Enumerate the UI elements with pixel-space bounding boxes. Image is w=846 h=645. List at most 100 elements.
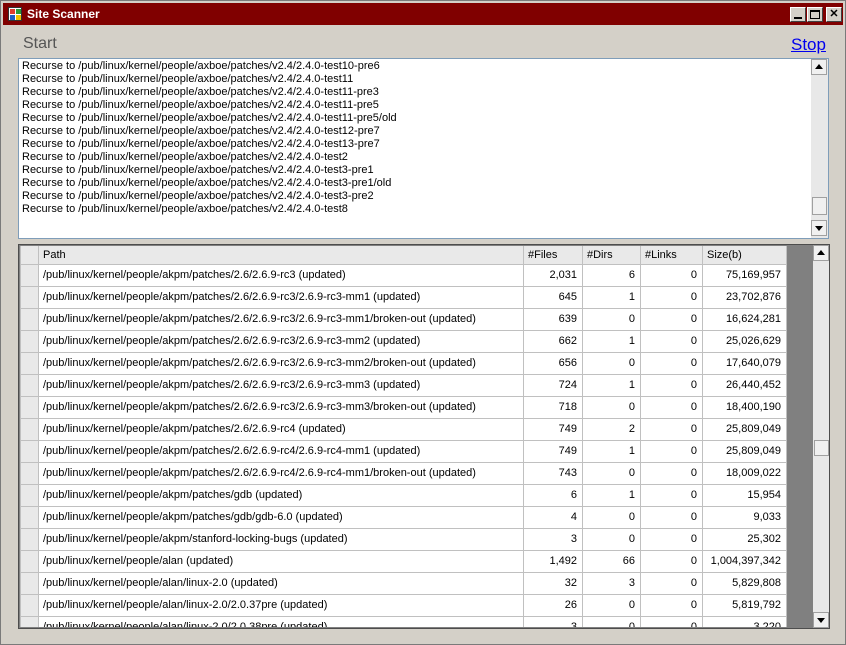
size-cell[interactable]: 15,954: [702, 483, 787, 507]
row-header[interactable]: [20, 351, 39, 375]
table-row[interactable]: /pub/linux/kernel/people/alan/linux-2.0/…: [20, 615, 787, 627]
links-cell[interactable]: 0: [640, 263, 703, 287]
size-cell[interactable]: 25,809,049: [702, 439, 787, 463]
table-row[interactable]: /pub/linux/kernel/people/akpm/patches/gd…: [20, 505, 787, 529]
size-cell[interactable]: 5,829,808: [702, 571, 787, 595]
minimize-button[interactable]: [790, 7, 806, 22]
table-row[interactable]: /pub/linux/kernel/people/akpm/patches/2.…: [20, 461, 787, 485]
files-cell[interactable]: 3: [523, 527, 583, 551]
path-cell[interactable]: /pub/linux/kernel/people/alan/linux-2.0/…: [38, 615, 524, 627]
table-row[interactable]: /pub/linux/kernel/people/akpm/patches/2.…: [20, 351, 787, 375]
column-header-dirs[interactable]: #Dirs: [582, 246, 641, 265]
dirs-cell[interactable]: 0: [582, 461, 641, 485]
path-cell[interactable]: /pub/linux/kernel/people/akpm/patches/2.…: [38, 395, 524, 419]
table-row[interactable]: /pub/linux/kernel/people/akpm/patches/2.…: [20, 329, 787, 353]
size-cell[interactable]: 1,004,397,342: [702, 549, 787, 573]
path-cell[interactable]: /pub/linux/kernel/people/akpm/patches/2.…: [38, 351, 524, 375]
dirs-cell[interactable]: 6: [582, 263, 641, 287]
links-cell[interactable]: 0: [640, 395, 703, 419]
path-cell[interactable]: /pub/linux/kernel/people/alan/linux-2.0/…: [38, 593, 524, 617]
size-cell[interactable]: 18,009,022: [702, 461, 787, 485]
table-row[interactable]: /pub/linux/kernel/people/akpm/patches/2.…: [20, 395, 787, 419]
stop-link[interactable]: Stop: [791, 35, 826, 55]
row-header[interactable]: [20, 527, 39, 551]
path-cell[interactable]: /pub/linux/kernel/people/alan (updated): [38, 549, 524, 573]
row-header[interactable]: [20, 593, 39, 617]
dirs-cell[interactable]: 1: [582, 483, 641, 507]
row-header[interactable]: [20, 505, 39, 529]
links-cell[interactable]: 0: [640, 373, 703, 397]
size-cell[interactable]: 75,169,957: [702, 263, 787, 287]
row-header[interactable]: [20, 461, 39, 485]
grid-scroll-up-button[interactable]: [813, 245, 829, 261]
path-cell[interactable]: /pub/linux/kernel/people/akpm/patches/2.…: [38, 285, 524, 309]
row-header[interactable]: [20, 549, 39, 573]
table-row[interactable]: /pub/linux/kernel/people/akpm/patches/2.…: [20, 417, 787, 441]
path-cell[interactable]: /pub/linux/kernel/people/akpm/patches/2.…: [38, 263, 524, 287]
row-header[interactable]: [20, 417, 39, 441]
files-cell[interactable]: 662: [523, 329, 583, 353]
dirs-cell[interactable]: 1: [582, 439, 641, 463]
table-row[interactable]: /pub/linux/kernel/people/alan/linux-2.0 …: [20, 571, 787, 595]
dirs-cell[interactable]: 0: [582, 527, 641, 551]
scroll-thumb[interactable]: [812, 197, 827, 215]
links-cell[interactable]: 0: [640, 461, 703, 485]
links-cell[interactable]: 0: [640, 571, 703, 595]
size-cell[interactable]: 25,809,049: [702, 417, 787, 441]
links-cell[interactable]: 0: [640, 593, 703, 617]
links-cell[interactable]: 0: [640, 483, 703, 507]
files-cell[interactable]: 645: [523, 285, 583, 309]
dirs-cell[interactable]: 0: [582, 395, 641, 419]
table-row[interactable]: /pub/linux/kernel/people/alan/linux-2.0/…: [20, 593, 787, 617]
dirs-cell[interactable]: 1: [582, 285, 641, 309]
size-cell[interactable]: 17,640,079: [702, 351, 787, 375]
files-cell[interactable]: 2,031: [523, 263, 583, 287]
log-textbox[interactable]: Recurse to /pub/linux/kernel/people/axbo…: [18, 58, 829, 239]
path-cell[interactable]: /pub/linux/kernel/people/akpm/stanford-l…: [38, 527, 524, 551]
title-bar[interactable]: Site Scanner ✕: [3, 3, 843, 25]
path-cell[interactable]: /pub/linux/kernel/people/akpm/patches/2.…: [38, 329, 524, 353]
size-cell[interactable]: 23,702,876: [702, 285, 787, 309]
start-button[interactable]: Start: [23, 35, 57, 53]
files-cell[interactable]: 1,492: [523, 549, 583, 573]
table-row[interactable]: /pub/linux/kernel/people/akpm/patches/2.…: [20, 373, 787, 397]
close-button[interactable]: ✕: [826, 7, 842, 22]
files-cell[interactable]: 32: [523, 571, 583, 595]
grid-scroll-thumb[interactable]: [814, 440, 829, 456]
files-cell[interactable]: 6: [523, 483, 583, 507]
size-cell[interactable]: 9,033: [702, 505, 787, 529]
links-cell[interactable]: 0: [640, 527, 703, 551]
files-cell[interactable]: 743: [523, 461, 583, 485]
column-header-links[interactable]: #Links: [640, 246, 703, 265]
table-row[interactable]: /pub/linux/kernel/people/akpm/patches/2.…: [20, 439, 787, 463]
links-cell[interactable]: 0: [640, 549, 703, 573]
row-header[interactable]: [20, 285, 39, 309]
links-cell[interactable]: 0: [640, 329, 703, 353]
path-cell[interactable]: /pub/linux/kernel/people/akpm/patches/2.…: [38, 417, 524, 441]
dirs-cell[interactable]: 0: [582, 307, 641, 331]
maximize-button[interactable]: [807, 7, 823, 22]
dirs-cell[interactable]: 1: [582, 373, 641, 397]
row-header[interactable]: [20, 307, 39, 331]
size-cell[interactable]: 26,440,452: [702, 373, 787, 397]
size-cell[interactable]: 25,302: [702, 527, 787, 551]
files-cell[interactable]: 749: [523, 417, 583, 441]
table-row[interactable]: /pub/linux/kernel/people/akpm/stanford-l…: [20, 527, 787, 551]
scroll-up-button[interactable]: [811, 59, 827, 75]
row-header[interactable]: [20, 329, 39, 353]
dirs-cell[interactable]: 3: [582, 571, 641, 595]
dirs-cell[interactable]: 0: [582, 505, 641, 529]
links-cell[interactable]: 0: [640, 307, 703, 331]
table-row[interactable]: /pub/linux/kernel/people/akpm/patches/2.…: [20, 285, 787, 309]
files-cell[interactable]: 3: [523, 615, 583, 627]
table-row[interactable]: /pub/linux/kernel/people/alan (updated) 1…: [20, 549, 787, 573]
column-header-size[interactable]: Size(b): [702, 246, 787, 265]
row-header[interactable]: [20, 615, 39, 627]
row-header[interactable]: [20, 263, 39, 287]
path-cell[interactable]: /pub/linux/kernel/people/akpm/patches/2.…: [38, 439, 524, 463]
size-cell[interactable]: 18,400,190: [702, 395, 787, 419]
links-cell[interactable]: 0: [640, 285, 703, 309]
files-cell[interactable]: 656: [523, 351, 583, 375]
path-cell[interactable]: /pub/linux/kernel/people/akpm/patches/2.…: [38, 373, 524, 397]
path-cell[interactable]: /pub/linux/kernel/people/akpm/patches/gd…: [38, 505, 524, 529]
